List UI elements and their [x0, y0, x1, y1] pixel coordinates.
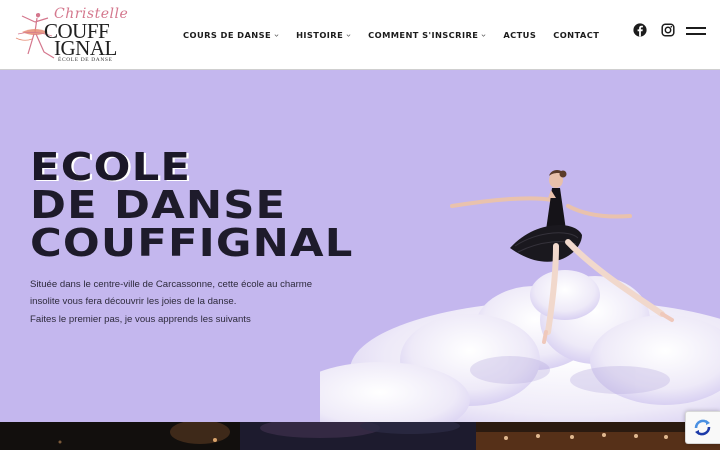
gallery-photo-stage [0, 422, 240, 450]
gallery-photo-group [476, 422, 720, 450]
hamburger-menu-icon[interactable] [686, 26, 706, 36]
recaptcha-icon [694, 419, 711, 436]
nav-item-comment-sinscrire[interactable]: COMMENT S'INSCRIRE [368, 30, 486, 40]
nav-item-label: COMMENT S'INSCRIRE [368, 30, 479, 40]
hero-section: ECOLE DE DANSE COUFFIGNAL Située dans le… [0, 70, 720, 422]
logo-subtitle: ÉCOLE DE DANSE [58, 57, 113, 63]
nav-item-label: COURS DE DANSE [183, 30, 272, 40]
site-logo[interactable]: Christelle COUFF IGNAL ÉCOLE DE DANSE [14, 4, 128, 64]
nav-item-label: CONTACT [553, 30, 600, 40]
hero-title-line-1: ECOLE [30, 145, 192, 189]
ballerina-on-cloud-image [320, 170, 720, 422]
nav-item-actus[interactable]: ACTUS [503, 30, 536, 40]
hero-title-line-3: COUFFIGNAL [30, 221, 354, 265]
logo-title-line-2: IGNAL [54, 36, 117, 60]
hero-description-line: Faites le premier pas, je vous apprends … [30, 313, 251, 325]
instagram-icon[interactable] [660, 22, 676, 38]
gallery-photo-dancers [240, 422, 476, 450]
nav-item-histoire[interactable]: HISTOIRE [296, 30, 351, 40]
hero-title-line-2: DE DANSE [30, 183, 287, 227]
nav-item-label: ACTUS [503, 30, 537, 40]
main-navigation: COURS DE DANSE HISTOIRE COMMENT S'INSCRI… [183, 28, 599, 42]
nav-item-label: HISTOIRE [296, 30, 344, 40]
chevron-down-icon [481, 33, 486, 37]
hero-description: Située dans le centre-ville de Carcasson… [30, 276, 350, 328]
chevron-down-icon [274, 33, 279, 37]
nav-item-cours-de-danse[interactable]: COURS DE DANSE [183, 30, 279, 40]
hero-title: ECOLE DE DANSE COUFFIGNAL [30, 148, 352, 262]
nav-item-contact[interactable]: CONTACT [553, 30, 599, 40]
hero-description-line: Située dans le centre-ville de Carcasson… [30, 279, 313, 290]
gallery-strip [0, 422, 720, 450]
facebook-icon[interactable] [632, 22, 648, 38]
chevron-down-icon [346, 33, 351, 37]
hero-description-line: insolite vous fera découvrir les joies d… [30, 296, 237, 308]
site-header: Christelle COUFF IGNAL ÉCOLE DE DANSE CO… [0, 0, 720, 70]
recaptcha-badge[interactable] [685, 411, 720, 444]
